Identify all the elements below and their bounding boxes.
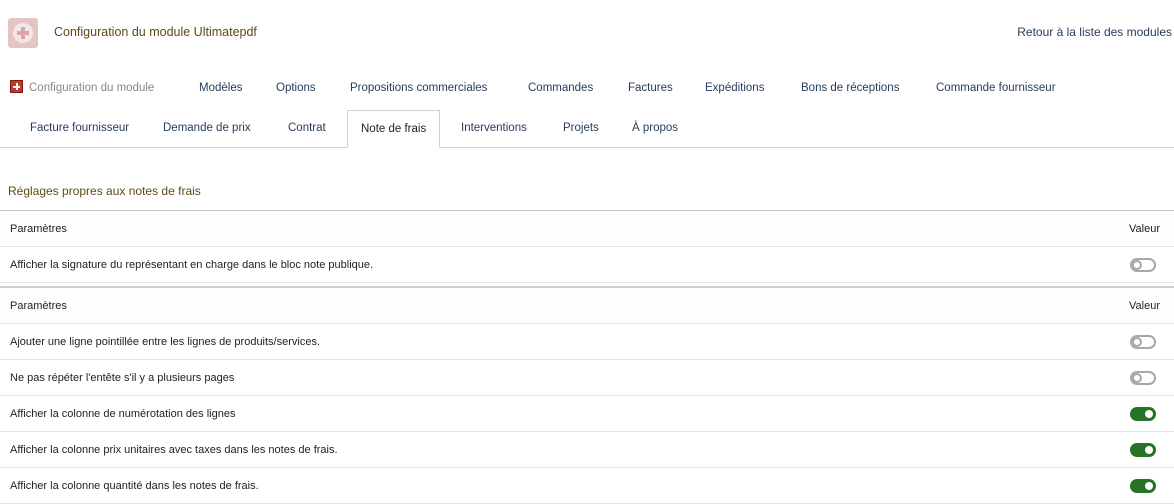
toggle-on-switch[interactable] <box>1130 479 1156 493</box>
toggle-on-switch[interactable] <box>1130 443 1156 457</box>
column-header-valeur: Valeur <box>1129 300 1160 312</box>
setting-label: Ne pas répéter l'entête s'il y a plusieu… <box>10 372 235 384</box>
setting-label: Ajouter une ligne pointillée entre les l… <box>10 336 321 348</box>
toggle-knob <box>1145 482 1153 490</box>
back-to-modules-link[interactable]: Retour à la liste des modules <box>1017 25 1172 39</box>
tab-a-propos[interactable]: À propos <box>619 110 691 146</box>
table-row: Afficher la colonne prix unitaires avec … <box>0 432 1174 468</box>
setting-label: Afficher la colonne quantité dans les no… <box>10 480 259 492</box>
tab-modeles[interactable]: Modèles <box>186 70 255 106</box>
tab-propositions-commerciales[interactable]: Propositions commerciales <box>337 70 500 106</box>
setting-label: Afficher la signature du représentant en… <box>10 259 374 271</box>
module-logo-icon <box>8 18 38 48</box>
tab-projets[interactable]: Projets <box>550 110 612 146</box>
tab-commande-fournisseur[interactable]: Commande fournisseur <box>923 70 1069 106</box>
tab-facture-fournisseur[interactable]: Facture fournisseur <box>17 110 142 146</box>
module-icon <box>10 80 23 93</box>
tab-interventions[interactable]: Interventions <box>448 110 540 146</box>
toggle-knob <box>1145 446 1153 454</box>
tab-demande-de-prix[interactable]: Demande de prix <box>150 110 264 146</box>
table-row: Ajouter une ligne pointillée entre les l… <box>0 324 1174 360</box>
section-title: Réglages propres aux notes de frais <box>8 184 201 198</box>
tabs-row-1: Configuration du module Modèles Options … <box>0 70 1174 106</box>
tab-contrat[interactable]: Contrat <box>275 110 339 146</box>
column-header-parametres: Paramètres <box>10 300 67 312</box>
table-header-row: Paramètres Valeur <box>0 288 1174 324</box>
tab-label: Configuration du module <box>29 82 155 94</box>
tab-factures[interactable]: Factures <box>615 70 686 106</box>
tab-options[interactable]: Options <box>263 70 329 106</box>
tab-configuration-du-module[interactable]: Configuration du module <box>0 70 167 106</box>
toggle-knob <box>1132 373 1142 383</box>
tab-note-de-frais[interactable]: Note de frais <box>347 110 441 148</box>
table-row: Ne pas répéter l'entête s'il y a plusieu… <box>0 360 1174 396</box>
toggle-knob <box>1145 410 1153 418</box>
table-row: Afficher la signature du représentant en… <box>0 247 1174 283</box>
tab-bons-de-receptions[interactable]: Bons de réceptions <box>788 70 912 106</box>
table-row: Afficher la colonne quantité dans les no… <box>0 468 1174 504</box>
setting-label: Afficher la colonne prix unitaires avec … <box>10 444 338 456</box>
tabs-divider <box>0 147 1174 148</box>
settings-table-signature: Paramètres Valeur Afficher la signature … <box>0 210 1174 283</box>
tab-commandes[interactable]: Commandes <box>515 70 606 106</box>
column-header-valeur: Valeur <box>1129 223 1160 235</box>
page-title: Configuration du module Ultimatepdf <box>54 25 257 39</box>
tab-expeditions[interactable]: Expéditions <box>692 70 777 106</box>
toggle-off-switch[interactable] <box>1130 258 1156 272</box>
toggle-knob <box>1132 260 1142 270</box>
setting-label: Afficher la colonne de numérotation des … <box>10 408 236 420</box>
settings-table-lines: Paramètres Valeur Ajouter une ligne poin… <box>0 286 1174 504</box>
table-header-row: Paramètres Valeur <box>0 211 1174 247</box>
page-header: Configuration du module Ultimatepdf Reto… <box>0 0 1174 66</box>
column-header-parametres: Paramètres <box>10 223 67 235</box>
toggle-off-switch[interactable] <box>1130 335 1156 349</box>
toggle-knob <box>1132 337 1142 347</box>
tabs-row-2: Facture fournisseur Demande de prix Cont… <box>0 110 1174 148</box>
table-row: Afficher la colonne de numérotation des … <box>0 396 1174 432</box>
toggle-off-switch[interactable] <box>1130 371 1156 385</box>
toggle-on-switch[interactable] <box>1130 407 1156 421</box>
